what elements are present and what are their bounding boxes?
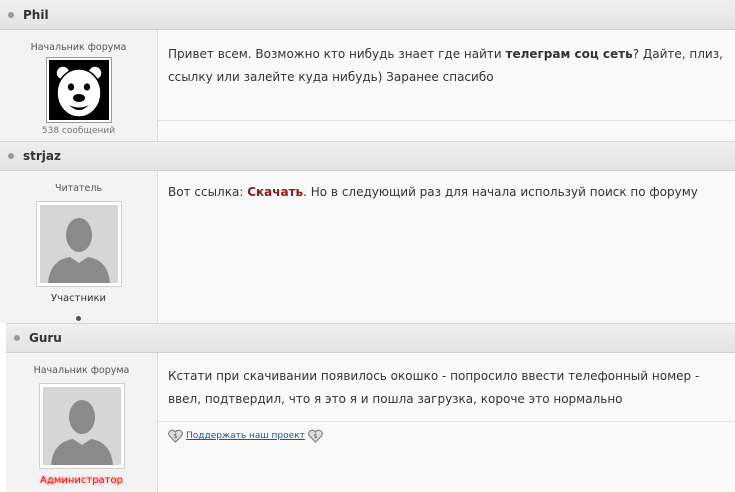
admin-group-label: Администратор	[40, 475, 123, 486]
author-name[interactable]: Phil	[23, 8, 49, 22]
post-guru: Guru Начальник форума Администратор Кста…	[6, 323, 735, 492]
online-status-icon	[76, 316, 81, 321]
avatar[interactable]	[38, 383, 125, 469]
post-header: Phil	[0, 0, 735, 30]
author-rank: Начальник форума	[33, 365, 130, 376]
heart-money-icon: $	[168, 429, 183, 443]
post-content: Вот ссылка: Скачать. Но в следующий раз …	[158, 171, 735, 323]
author-sidebar: Начальник форума Администратор	[6, 353, 158, 492]
message-text: Вот ссылка:	[168, 185, 248, 199]
bullet-icon	[8, 11, 14, 18]
post-count: 538 сообщений	[41, 126, 116, 136]
author-rank: Читатель	[54, 183, 103, 194]
post-message: Кстати при скачивании появилось окошко -…	[168, 369, 700, 406]
post-content: Привет всем. Возможно кто нибудь знает г…	[158, 30, 735, 141]
message-text: Привет всем. Возможно кто нибудь знает г…	[168, 47, 506, 61]
message-text: . Но в следующий раз для начала использу…	[303, 185, 698, 199]
bullet-icon	[14, 335, 20, 341]
heart-money-icon: $	[307, 429, 323, 443]
svg-text:$: $	[174, 433, 178, 440]
post-header: strjaz	[0, 141, 735, 171]
post-body: Читатель Участники Вот ссылка: Скачать. …	[0, 171, 735, 323]
post-message: Привет всем. Возможно кто нибудь знает г…	[158, 43, 735, 89]
support-row: $ Поддержать наш проект $	[168, 429, 323, 443]
user-silhouette-icon	[42, 387, 121, 465]
post-body: Начальник форума Администратор Кстати пр…	[6, 353, 735, 492]
download-link[interactable]: Скачать	[247, 185, 303, 199]
post-phil: Phil Начальник форума 538 сообщений Прив…	[0, 0, 735, 141]
post-body: Начальник форума 538 сообщений Привет вс…	[0, 30, 735, 141]
avatar[interactable]	[45, 57, 112, 123]
post-divider	[158, 120, 735, 121]
author-name[interactable]: strjaz	[23, 149, 61, 163]
author-name[interactable]: Guru	[29, 331, 62, 345]
avatar[interactable]	[35, 201, 122, 287]
message-bold-text: телеграм соц сеть	[505, 47, 633, 61]
author-rank: Начальник форума	[30, 42, 127, 53]
svg-text:$: $	[313, 433, 317, 440]
post-strjaz: strjaz Читатель Участники Вот ссылка: Ск…	[0, 141, 735, 323]
author-sidebar: Начальник форума 538 сообщений	[0, 30, 158, 141]
post-message: Вот ссылка: Скачать. Но в следующий раз …	[158, 181, 708, 204]
post-divider	[158, 421, 735, 422]
status-row	[0, 306, 157, 323]
user-silhouette-icon	[39, 205, 118, 283]
bullet-icon	[8, 153, 14, 159]
support-project-link[interactable]: Поддержать наш проект	[186, 431, 305, 441]
post-content: Кстати при скачивании появилось окошко -…	[158, 353, 735, 492]
user-group: Участники	[50, 293, 107, 304]
author-sidebar: Читатель Участники	[0, 171, 158, 323]
bear-avatar-icon	[48, 60, 109, 120]
post-header: Guru	[6, 323, 735, 353]
